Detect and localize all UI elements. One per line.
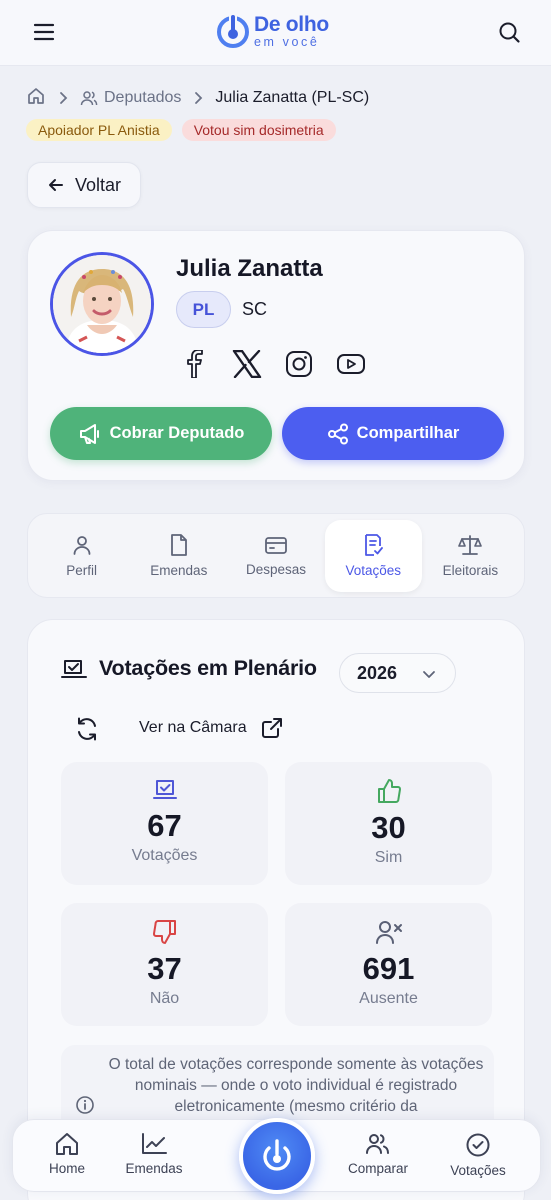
megaphone-icon: [79, 423, 99, 444]
tab-despesas[interactable]: Despesas: [227, 520, 324, 592]
tab-eleitorais[interactable]: Eleitorais: [422, 520, 519, 592]
votes-card: Votações em Plenário 2026 Ver na Câmara …: [27, 619, 525, 1200]
check-circle-icon: [466, 1133, 490, 1157]
power-eye-logo-icon: [217, 14, 249, 48]
arrow-left-icon: [48, 179, 63, 191]
nav-home[interactable]: Home: [22, 1132, 112, 1176]
power-icon: [263, 1139, 291, 1171]
bottom-nav: Home Emendas Comparar Votações: [12, 1118, 541, 1194]
social-links: [180, 349, 366, 379]
user-x-icon: [375, 921, 402, 944]
users-icon: [80, 91, 98, 106]
external-link-icon: [261, 718, 282, 738]
users-icon: [366, 1134, 389, 1154]
info-icon: [75, 1095, 95, 1120]
chevron-down-icon: [421, 666, 437, 687]
nav-votacoes[interactable]: Votações: [433, 1132, 523, 1178]
menu-icon[interactable]: [28, 18, 60, 46]
breadcrumb-current: Julia Zanatta (PL-SC): [215, 89, 370, 106]
nav-emendas[interactable]: Emendas: [109, 1132, 199, 1176]
search-icon[interactable]: [493, 16, 525, 48]
logo-title: De olho: [254, 12, 329, 36]
app-logo[interactable]: De olho em você: [216, 11, 329, 51]
document-icon: [170, 533, 187, 556]
ballot-box-icon: [61, 659, 87, 678]
thumbs-down-icon: [152, 919, 176, 944]
tag-anistia: Apoiador PL Anistia: [26, 119, 172, 141]
chevron-right-icon: [192, 91, 204, 105]
refresh-icon[interactable]: [73, 715, 101, 743]
avatar: [50, 252, 154, 356]
ballot-icon: [152, 780, 177, 799]
tab-emendas[interactable]: Emendas: [130, 520, 227, 592]
back-button[interactable]: Voltar: [27, 162, 141, 208]
profile-card: Julia Zanatta PL SC Cobrar Deputado Comp…: [27, 230, 525, 481]
thumbs-up-icon: [377, 779, 401, 804]
breadcrumb: Deputados Julia Zanatta (PL-SC): [26, 86, 369, 110]
power-center-button[interactable]: [239, 1118, 315, 1194]
chart-line-icon: [142, 1133, 167, 1154]
chevron-right-icon: [57, 91, 69, 105]
stat-ausente: 691 Ausente: [285, 903, 492, 1026]
x-icon[interactable]: [232, 349, 262, 379]
top-bar: De olho em você: [0, 0, 551, 66]
state-label: SC: [242, 299, 268, 319]
logo-subtitle: em você: [254, 34, 320, 49]
checklist-icon: [365, 533, 384, 556]
stat-votacoes: 67 Votações: [61, 762, 268, 885]
year-select[interactable]: 2026: [339, 653, 456, 693]
facebook-icon[interactable]: [180, 349, 210, 379]
breadcrumb-deputados[interactable]: Deputados: [80, 89, 181, 107]
cobrar-deputado-button[interactable]: Cobrar Deputado: [50, 407, 272, 460]
votes-title: Votações em Plenário: [99, 656, 317, 680]
user-icon: [73, 535, 90, 555]
instagram-icon[interactable]: [284, 349, 314, 379]
home-icon: [56, 1133, 78, 1155]
tab-perfil[interactable]: Perfil: [33, 520, 130, 592]
deputy-name: Julia Zanatta: [176, 255, 323, 282]
stat-sim: 30 Sim: [285, 762, 492, 885]
tag-dosimetria: Votou sim dosimetria: [181, 119, 336, 141]
stat-nao: 37 Não: [61, 903, 268, 1026]
nav-comparar[interactable]: Comparar: [333, 1132, 423, 1176]
wallet-icon: [265, 536, 287, 554]
party-badge[interactable]: PL: [176, 291, 231, 328]
share-button[interactable]: Compartilhar: [282, 407, 504, 460]
home-breadcrumb-icon[interactable]: [26, 86, 46, 111]
share-icon: [327, 423, 348, 444]
profile-tabs: Perfil Emendas Despesas Votações Eleitor…: [27, 513, 525, 598]
votes-header: Votações em Plenário: [61, 656, 317, 681]
scale-icon: [458, 534, 483, 555]
ver-na-camara-link[interactable]: Ver na Câmara: [139, 717, 283, 739]
votes-note-text: O total de votações corresponde somente …: [108, 1056, 484, 1115]
tag-list: Apoiador PL Anistia Votou sim dosimetria: [26, 119, 336, 141]
youtube-icon[interactable]: [336, 349, 366, 379]
tab-votacoes[interactable]: Votações: [324, 519, 422, 592]
